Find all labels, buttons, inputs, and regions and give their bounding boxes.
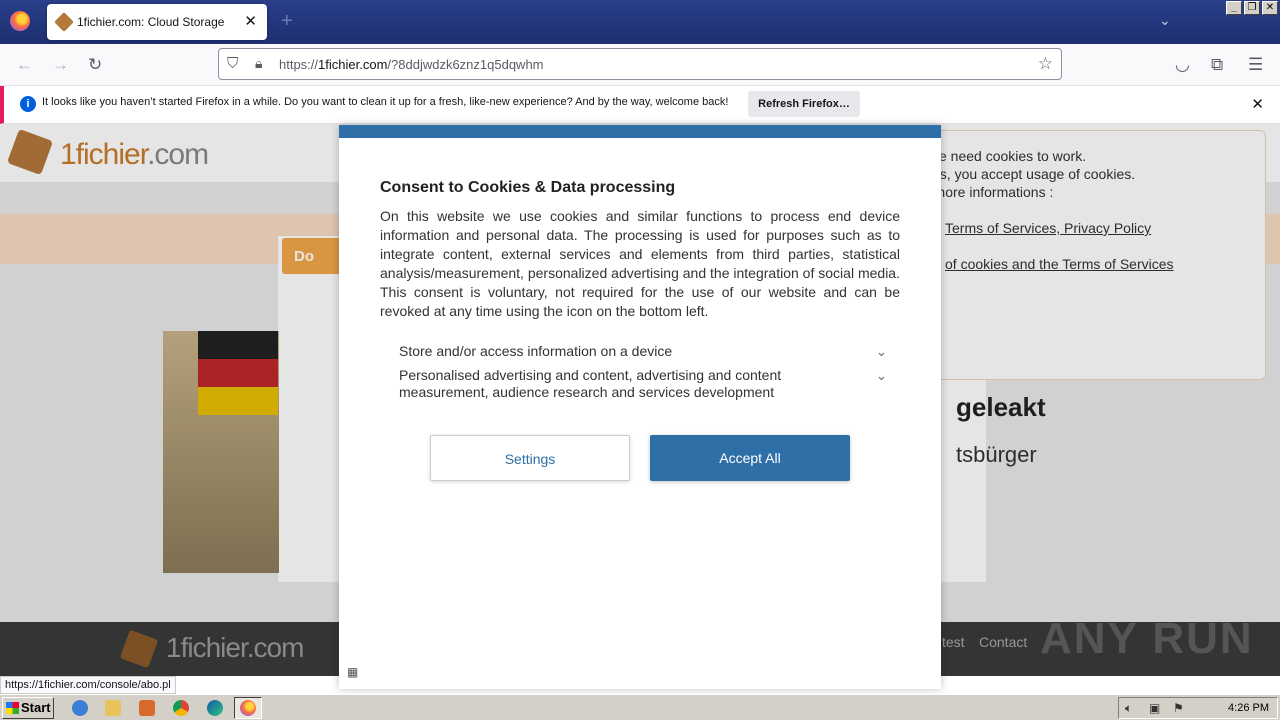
url-path: /?8ddjwdzk6znz1q5dqwhm — [387, 57, 544, 72]
modal-title: Consent to Cookies & Data processing — [380, 179, 676, 196]
taskbar: Start 🔈︎ ▣ ⚑ 4:26 PM — [0, 694, 1280, 720]
ie-icon[interactable] — [72, 700, 88, 716]
start-button[interactable]: Start — [2, 697, 54, 719]
back-arrow-icon[interactable]: ← — [16, 55, 33, 75]
network-icon[interactable]: ▣ — [1149, 701, 1160, 715]
forward-arrow-icon[interactable]: → — [52, 55, 69, 75]
purpose-store-access[interactable]: Store and/or access information on a dev… — [399, 343, 869, 360]
bookmark-star-icon[interactable]: ☆ — [1038, 54, 1053, 74]
firefox-icon — [240, 700, 256, 716]
volume-icon[interactable]: 🔈︎ — [1125, 701, 1132, 716]
flag-icon[interactable]: ⚑ — [1173, 701, 1184, 715]
info-icon: i — [20, 96, 36, 112]
consent-modal: Consent to Cookies & Data processing On … — [339, 125, 941, 689]
url-text[interactable]: https://1fichier.com/?8ddjwdzk6znz1q5dqw… — [279, 57, 544, 72]
pocket-icon[interactable]: ◡ — [1175, 55, 1190, 75]
url-domain: 1fichier.com — [318, 57, 388, 72]
site-favicon-icon — [54, 12, 74, 32]
taskbar-firefox-button[interactable] — [234, 697, 262, 719]
chrome-icon[interactable] — [173, 700, 189, 716]
new-tab-icon[interactable]: + — [281, 10, 293, 33]
tab-title: 1fichier.com: Cloud Storage — [77, 15, 225, 29]
nav-bar: ← → ↻ ⛉ 🔒︎ https://1fichier.com/?8ddjwdz… — [0, 44, 1280, 86]
window-controls: _ ❐ ✕ — [1226, 1, 1278, 15]
url-prefix: https:// — [279, 57, 319, 72]
clock: 4:26 PM — [1228, 702, 1269, 714]
purpose-personalised-ads[interactable]: Personalised advertising and content, ad… — [399, 367, 869, 401]
notification-close-icon[interactable]: ✕ — [1251, 95, 1264, 113]
tracking-shield-icon[interactable]: ⛉ — [227, 55, 238, 72]
restore-button[interactable]: ❐ — [1244, 1, 1260, 15]
minimize-button[interactable]: _ — [1226, 1, 1242, 15]
windows-logo-icon — [6, 702, 19, 714]
url-bar[interactable]: ⛉ 🔒︎ https://1fichier.com/?8ddjwdzk6znz1… — [218, 48, 1062, 80]
tab-list-chevron-icon[interactable]: ⌄ — [1159, 12, 1171, 29]
tab-active[interactable]: 1fichier.com: Cloud Storage ✕ — [47, 4, 267, 40]
media-player-icon[interactable] — [139, 700, 155, 716]
settings-button[interactable]: Settings — [430, 435, 630, 481]
reload-icon[interactable]: ↻ — [88, 55, 102, 75]
chevron-down-icon[interactable]: ⌄ — [876, 368, 887, 384]
chevron-down-icon[interactable]: ⌄ — [876, 344, 887, 360]
edge-icon[interactable] — [207, 700, 223, 716]
close-window-button[interactable]: ✕ — [1262, 1, 1278, 15]
lock-icon[interactable]: 🔒︎ — [255, 55, 262, 72]
accept-all-button[interactable]: Accept All — [650, 435, 850, 481]
system-tray: 🔈︎ ▣ ⚑ 4:26 PM — [1118, 697, 1278, 719]
modal-accent-bar — [339, 125, 941, 138]
tab-close-icon[interactable]: ✕ — [244, 12, 257, 30]
notification-bar: i It looks like you haven’t started Fire… — [0, 86, 1280, 124]
status-url: https://1fichier.com/console/abo.pl — [0, 676, 176, 694]
start-label: Start — [21, 700, 51, 715]
firefox-logo-icon[interactable] — [10, 11, 30, 31]
modal-body: On this website we use cookies and simil… — [380, 208, 900, 319]
refresh-firefox-button[interactable]: Refresh Firefox… — [748, 91, 860, 117]
extensions-icon[interactable]: ⧉ — [1211, 55, 1223, 75]
notification-text: It looks like you haven’t started Firefo… — [42, 96, 729, 108]
fingerprint-settings-icon[interactable]: ▦ — [347, 665, 358, 679]
menu-hamburger-icon[interactable]: ☰ — [1248, 55, 1263, 75]
folder-icon[interactable] — [105, 700, 121, 716]
tab-bar: 1fichier.com: Cloud Storage ✕ + ⌄ _ ❐ ✕ — [0, 0, 1280, 44]
